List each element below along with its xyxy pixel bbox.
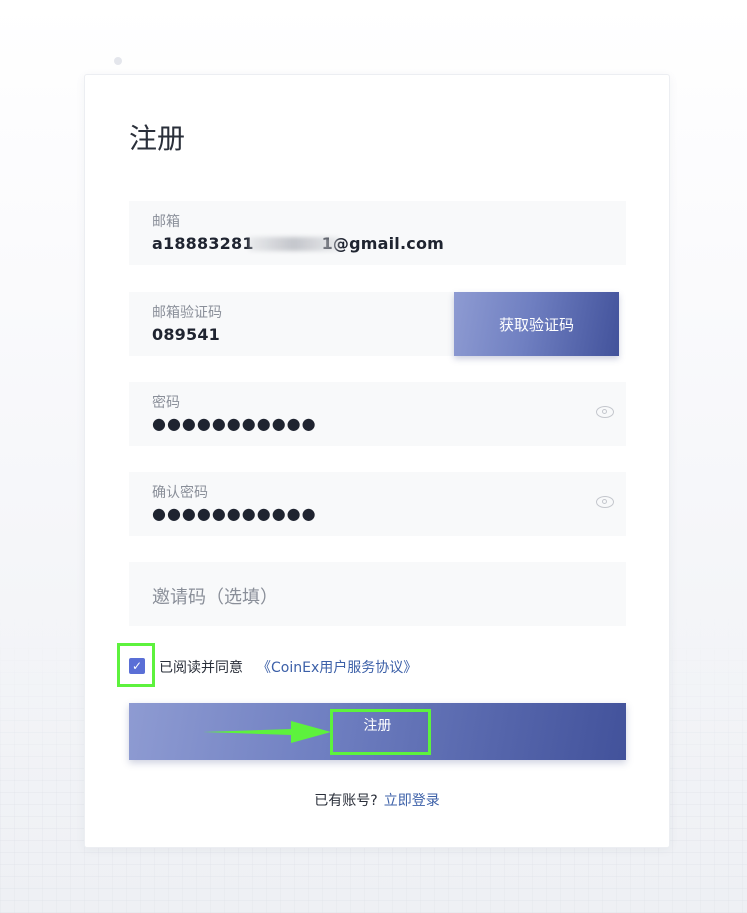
email-field[interactable]: 邮箱 a18883281 1@gmail.com bbox=[129, 201, 626, 265]
checkbox-annotation: ✓ bbox=[117, 643, 155, 687]
email-code-value[interactable]: 089541 bbox=[152, 325, 220, 344]
confirm-password-label: 确认密码 bbox=[152, 485, 208, 501]
register-button[interactable]: 注册 bbox=[129, 703, 626, 760]
agreement-link[interactable]: 《CoinEx用户服务协议》 bbox=[257, 657, 417, 677]
password-label: 密码 bbox=[152, 395, 180, 411]
eye-icon[interactable] bbox=[596, 406, 614, 418]
login-prompt: 已有账号? bbox=[314, 793, 378, 809]
login-link[interactable]: 立即登录 bbox=[384, 793, 440, 809]
email-label: 邮箱 bbox=[152, 214, 180, 230]
agreement-row: ✓ 已阅读并同意 《CoinEx用户服务协议》 bbox=[117, 643, 617, 687]
password-value[interactable]: ●●●●●●●●●●● bbox=[152, 414, 317, 433]
page-title: 注册 bbox=[129, 122, 186, 155]
email-redaction bbox=[249, 237, 339, 251]
email-code-field[interactable]: 邮箱验证码 089541 bbox=[129, 292, 454, 356]
invite-code-placeholder: 邀请码（选填） bbox=[152, 587, 278, 608]
login-row: 已有账号? 立即登录 bbox=[85, 790, 669, 810]
register-card: 注册 邮箱 a18883281 1@gmail.com 邮箱验证码 089541… bbox=[84, 74, 670, 848]
invite-code-field[interactable]: 邀请码（选填） bbox=[129, 562, 626, 626]
confirm-password-value[interactable]: ●●●●●●●●●●● bbox=[152, 504, 317, 523]
get-code-button[interactable]: 获取验证码 bbox=[454, 292, 619, 356]
background-dot bbox=[114, 57, 122, 65]
email-code-label: 邮箱验证码 bbox=[152, 305, 222, 321]
register-button-label: 注册 bbox=[363, 717, 392, 733]
password-field[interactable]: 密码 ●●●●●●●●●●● bbox=[129, 382, 626, 446]
check-icon: ✓ bbox=[131, 659, 143, 673]
agreement-text: 已阅读并同意 bbox=[159, 660, 243, 676]
agreement-checkbox[interactable]: ✓ bbox=[129, 658, 145, 674]
eye-icon[interactable] bbox=[596, 496, 614, 508]
confirm-password-field[interactable]: 确认密码 ●●●●●●●●●●● bbox=[129, 472, 626, 536]
